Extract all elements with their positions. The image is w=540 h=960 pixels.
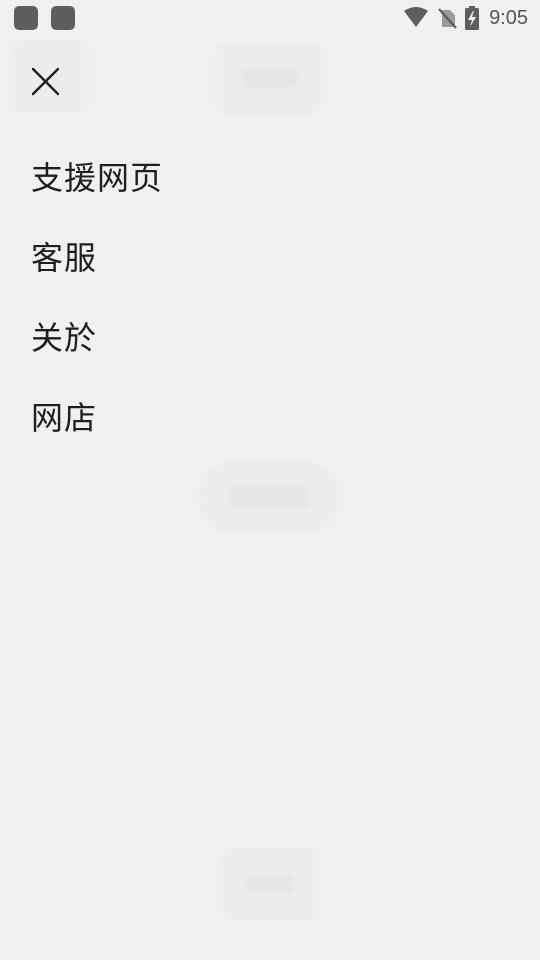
status-bar: 9:05 bbox=[0, 0, 540, 36]
menu-item-label: 网店 bbox=[31, 399, 98, 437]
notification-app-icon bbox=[14, 6, 38, 30]
wifi-icon bbox=[404, 7, 429, 27]
menu-item-label: 关於 bbox=[31, 319, 98, 357]
menu-item-customer-service[interactable]: 客服 bbox=[31, 216, 163, 296]
no-sim-icon bbox=[438, 8, 457, 29]
background-blur bbox=[222, 848, 318, 920]
close-icon bbox=[31, 67, 60, 96]
clock: 9:05 bbox=[489, 6, 528, 29]
menu-item-support-webpage[interactable]: 支援网页 bbox=[31, 136, 163, 216]
menu-item-label: 支援网页 bbox=[31, 159, 164, 197]
menu-item-online-store[interactable]: 网店 bbox=[31, 376, 163, 456]
notification-app-icon bbox=[51, 6, 75, 30]
menu-list: 支援网页 客服 关於 网店 bbox=[31, 136, 163, 456]
battery-charging-icon bbox=[465, 6, 480, 30]
background-blur bbox=[200, 462, 338, 534]
menu-item-about[interactable]: 关於 bbox=[31, 296, 163, 376]
background-blur bbox=[216, 42, 322, 114]
status-icons: 9:05 bbox=[403, 5, 528, 31]
close-button[interactable] bbox=[20, 57, 70, 107]
menu-item-label: 客服 bbox=[31, 239, 98, 277]
